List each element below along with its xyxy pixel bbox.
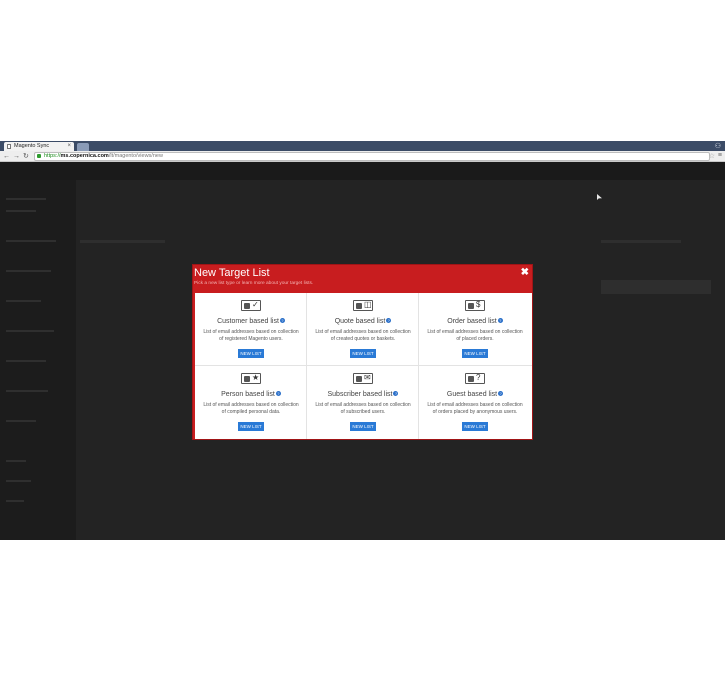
back-arrow-icon[interactable]: ← <box>3 152 10 161</box>
sidebar-item <box>6 360 46 362</box>
card-description: List of email addresses based on collect… <box>315 402 411 415</box>
sidebar-item <box>6 300 41 302</box>
help-icon[interactable]: ? <box>498 391 504 396</box>
tab-title: Magento Sync <box>14 143 50 149</box>
card-title: Guest based list? <box>446 391 504 398</box>
sidebar-item <box>6 240 56 242</box>
quote-list-card: ◫ Quote based list? List of email addres… <box>307 293 419 366</box>
modal-subtitle: Pick a new list type or learn more about… <box>194 281 314 286</box>
sidebar-item <box>6 330 54 332</box>
menu-icon[interactable]: ≡ <box>718 152 722 159</box>
new-tab-button[interactable] <box>77 143 89 151</box>
sidebar <box>0 180 76 540</box>
close-icon[interactable]: ✖ <box>521 267 529 279</box>
guest-list-card: ? Guest based list? List of email addres… <box>419 366 532 439</box>
help-icon[interactable]: ? <box>386 318 392 323</box>
new-list-button[interactable]: NEW LIST <box>350 422 376 431</box>
guest-list-icon: ? <box>465 373 485 384</box>
help-icon[interactable]: ? <box>279 318 285 323</box>
card-description: List of email addresses based on collect… <box>427 329 523 342</box>
address-bar-row: ← → ↻ https://ms.copernica.com/lt/magent… <box>0 151 725 162</box>
reload-icon[interactable]: ↻ <box>23 152 29 161</box>
sidebar-item <box>6 460 26 462</box>
person-list-card: ★ Person based list? List of email addre… <box>195 366 307 439</box>
help-icon[interactable]: ? <box>497 318 503 323</box>
new-list-button[interactable]: NEW LIST <box>350 349 376 358</box>
forward-arrow-icon[interactable]: → <box>13 152 20 161</box>
card-description: List of email addresses based on collect… <box>315 329 411 342</box>
url-path: /lt/magento/views/new <box>108 153 163 159</box>
subscriber-list-icon: ✉ <box>353 373 373 384</box>
side-panel-block <box>601 280 711 294</box>
card-title: Subscriber based list? <box>327 391 399 398</box>
app-header <box>0 162 725 180</box>
new-target-list-modal: New Target List Pick a new list type or … <box>192 264 533 440</box>
url-host: ms.copernica.com <box>60 153 109 159</box>
new-list-button[interactable]: NEW LIST <box>462 422 488 431</box>
card-title: Quote based list? <box>334 318 392 325</box>
sidebar-item <box>6 210 36 212</box>
card-description: List of email addresses based on collect… <box>203 402 299 415</box>
lock-icon <box>37 154 41 158</box>
window-user-icon[interactable]: ⚇ <box>715 142 721 150</box>
star-icon[interactable]: ☆ <box>709 152 715 160</box>
customer-list-card: ✓ Customer based list? List of email add… <box>195 293 307 366</box>
sidebar-item <box>6 198 46 200</box>
new-list-button[interactable]: NEW LIST <box>238 422 264 431</box>
order-list-icon: $ <box>465 300 485 311</box>
help-icon[interactable]: ? <box>393 391 399 396</box>
tab-close-icon[interactable]: × <box>67 142 71 151</box>
new-list-button[interactable]: NEW LIST <box>462 349 488 358</box>
order-list-card: $ Order based list? List of email addres… <box>419 293 532 366</box>
new-list-button[interactable]: NEW LIST <box>238 349 264 358</box>
side-panel-heading <box>601 240 681 243</box>
sidebar-item <box>6 500 24 502</box>
card-title: Person based list? <box>221 391 281 398</box>
modal-title: New Target List <box>194 267 270 279</box>
content-heading <box>80 240 165 243</box>
person-list-icon: ★ <box>241 373 261 384</box>
quote-list-icon: ◫ <box>353 300 373 311</box>
help-icon[interactable]: ? <box>275 391 281 396</box>
card-title: Order based list? <box>447 318 503 325</box>
list-type-grid: ✓ Customer based list? List of email add… <box>195 293 532 439</box>
page-icon <box>7 144 11 149</box>
url-scheme: https:// <box>44 153 61 159</box>
tab-strip: Magento Sync × ⚇ <box>0 141 725 151</box>
browser-tab[interactable]: Magento Sync × <box>4 142 74 151</box>
sidebar-item <box>6 480 31 482</box>
card-description: List of email addresses based on collect… <box>427 402 523 415</box>
customer-list-icon: ✓ <box>241 300 261 311</box>
sidebar-item <box>6 270 51 272</box>
sidebar-item <box>6 390 48 392</box>
subscriber-list-card: ✉ Subscriber based list? List of email a… <box>307 366 419 439</box>
url-input[interactable]: https://ms.copernica.com/lt/magento/view… <box>34 152 710 161</box>
sidebar-item <box>6 420 36 422</box>
card-title: Customer based list? <box>217 318 285 325</box>
card-description: List of email addresses based on collect… <box>203 329 299 342</box>
